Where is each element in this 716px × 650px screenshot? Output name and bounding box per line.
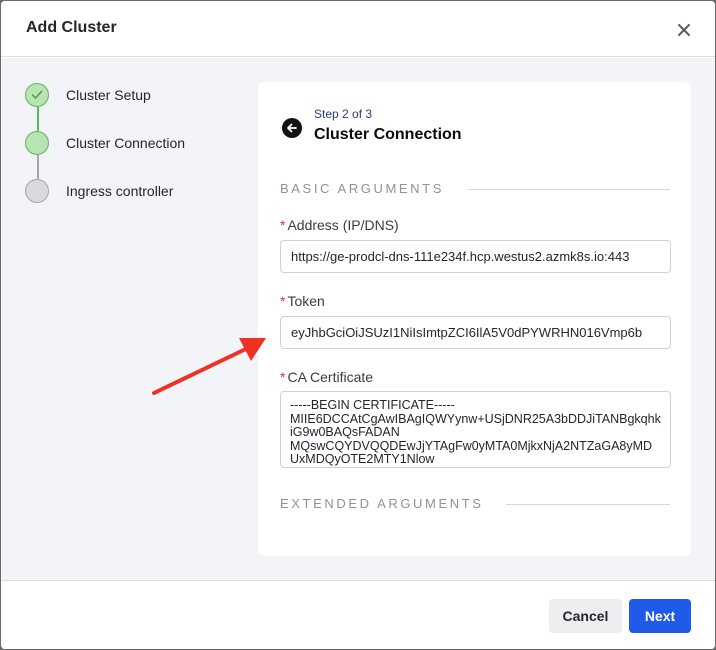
card-title: Cluster Connection (314, 126, 462, 143)
required-marker: * (280, 217, 286, 233)
step-label: Ingress controller (66, 183, 174, 199)
modal-footer: Cancel Next (1, 580, 715, 649)
token-label: * Token (280, 293, 325, 309)
step-label: Cluster Connection (66, 135, 186, 151)
address-label-text: Address (IP/DNS) (287, 217, 399, 233)
ca-certificate-label: * CA Certificate (280, 369, 373, 385)
section-divider (506, 504, 670, 505)
step-indicator: Step 2 of 3 (314, 107, 373, 121)
modal-title: Add Cluster (26, 19, 117, 36)
add-cluster-modal: Add Cluster Cluster Setup Cluster Connec… (1, 1, 715, 649)
arrow-left-icon[interactable] (282, 118, 302, 138)
ca-certificate-label-text: CA Certificate (287, 369, 374, 385)
close-icon[interactable] (673, 19, 695, 41)
next-button[interactable]: Next (629, 599, 691, 633)
extended-arguments-heading[interactable]: EXTENDED ARGUMENTS (280, 496, 484, 511)
token-label-text: Token (287, 293, 325, 309)
cancel-button[interactable]: Cancel (549, 599, 622, 633)
step-cluster-connection[interactable]: Cluster Connection (25, 130, 185, 156)
section-divider (468, 189, 670, 190)
required-marker: * (280, 293, 286, 309)
token-input[interactable]: eyJhbGciOiJSUzI1NiIsImtpZCI6IlA5V0dPYWRH… (280, 316, 671, 349)
required-marker: * (280, 369, 286, 385)
stepper-connector-complete (37, 107, 39, 131)
address-input[interactable]: https://ge-prodcl-dns-111e234f.hcp.westu… (280, 240, 671, 273)
check-icon (25, 83, 49, 107)
step-current-icon (25, 131, 49, 155)
step-ingress-controller[interactable]: Ingress controller (25, 178, 173, 204)
ca-certificate-textarea[interactable]: -----BEGIN CERTIFICATE----- MIIE6DCCAtCg… (280, 391, 671, 468)
modal-body: Cluster Setup Cluster Connection Ingress… (1, 58, 715, 580)
cluster-connection-card: Step 2 of 3 Cluster Connection BASIC ARG… (258, 82, 691, 556)
modal-header: Add Cluster (1, 1, 715, 57)
step-label: Cluster Setup (66, 87, 151, 103)
step-cluster-setup[interactable]: Cluster Setup (25, 82, 151, 108)
step-pending-icon (25, 179, 49, 203)
basic-arguments-heading: BASIC ARGUMENTS (280, 181, 444, 196)
stepper-connector-pending (37, 155, 39, 179)
address-label: * Address (IP/DNS) (280, 217, 399, 233)
